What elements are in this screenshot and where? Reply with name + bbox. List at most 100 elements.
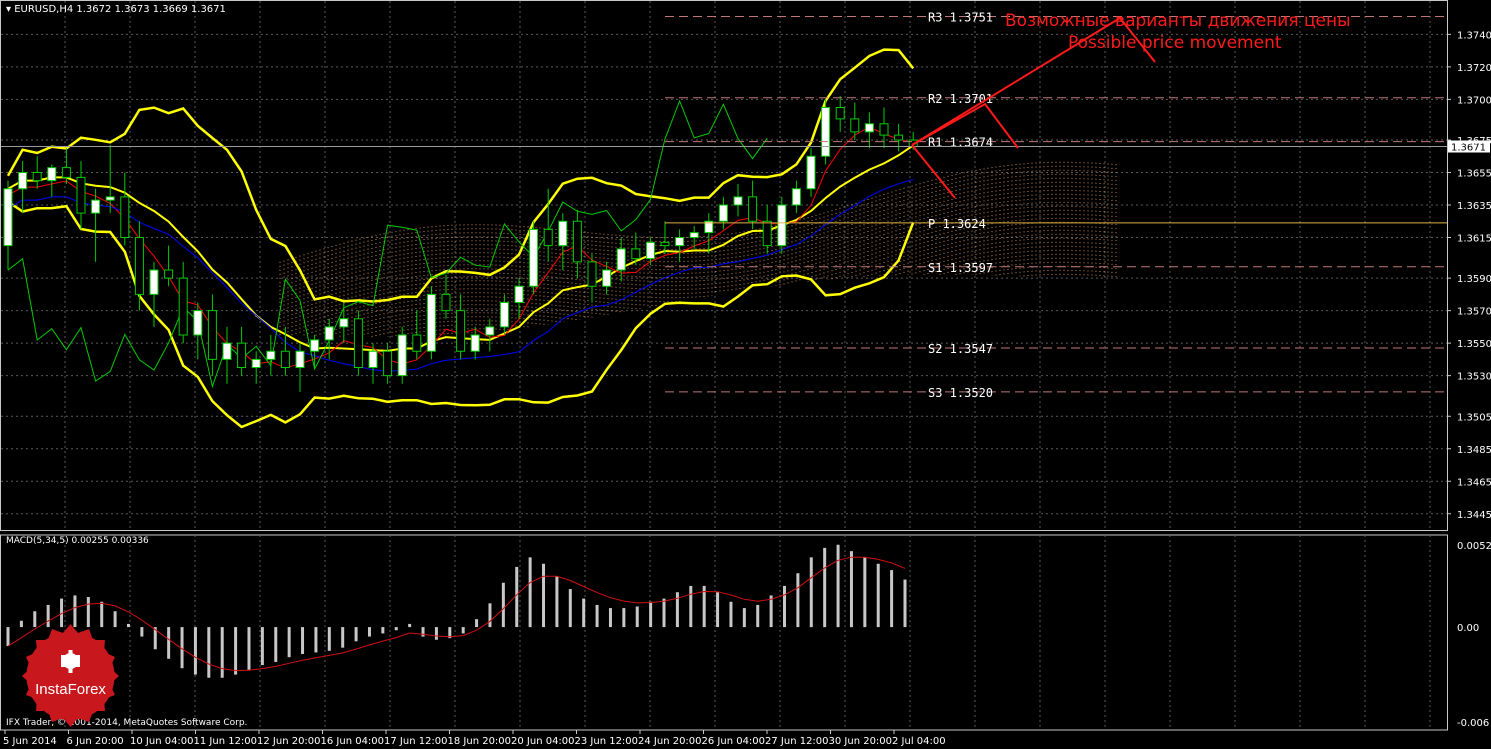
candle-body	[543, 228, 553, 247]
x-tick-label: 27 Jun 12:00	[765, 736, 829, 747]
candle-body	[850, 118, 860, 133]
candle-body	[777, 204, 787, 247]
macd-tick-label: 0.0052	[1457, 541, 1491, 552]
candle-body	[456, 310, 466, 352]
x-tick-label: 16 Jun 04:00	[321, 736, 385, 747]
price-chart[interactable]: R3 1.3751 R2 1.3701 R1 1.3674 P 1.3624 S1 1.…	[0, 0, 1491, 749]
instaforex-logo[interactable]: InstaForex	[13, 621, 128, 736]
x-tick-label: 18 Jun 20:00	[448, 736, 512, 747]
level-label-r2: R2 1.3701	[928, 92, 993, 106]
candle-body	[602, 269, 612, 287]
candle-body	[120, 196, 130, 238]
candle-body	[18, 172, 28, 190]
symbol-header[interactable]: ▾ EURUSD,H4 1.3672 1.3673 1.3669 1.3671	[6, 4, 226, 15]
y-tick-label: 1.3550	[1457, 339, 1491, 350]
movement-arrow-down	[911, 144, 956, 199]
y-tick-label: 1.3675	[1457, 136, 1491, 147]
chart-grid	[0, 0, 1448, 731]
level-label-r3: R3 1.3751	[928, 11, 993, 25]
candle-body	[441, 293, 451, 312]
level-label-s3: S3 1.3520	[928, 386, 993, 400]
candle-body	[470, 334, 480, 352]
candle-body	[193, 310, 203, 336]
candle-body	[558, 220, 568, 247]
candle-body	[762, 220, 772, 247]
logo-text: InstaForex	[35, 681, 106, 698]
y-tick-label: 1.3505	[1457, 412, 1491, 423]
x-tick-label: 12 Jun 20:00	[257, 736, 321, 747]
candle-body	[806, 155, 816, 190]
y-tick-label: 1.3485	[1457, 445, 1491, 456]
x-tick-label: 24 Jun 20:00	[638, 736, 702, 747]
candle-body	[689, 232, 699, 238]
candle-body	[164, 269, 174, 279]
candle-body	[499, 302, 509, 328]
candle-body	[149, 269, 159, 295]
candle-body	[514, 285, 524, 303]
x-tick-label: 23 Jun 12:00	[575, 736, 639, 747]
macd-tick-label: 0.00	[1457, 623, 1479, 634]
candle-body	[295, 350, 305, 368]
candle-body	[207, 310, 217, 360]
candle-body	[61, 167, 71, 178]
candle-body	[791, 188, 801, 206]
candle-body	[3, 188, 13, 247]
candle-body	[748, 196, 758, 222]
candle-body	[105, 196, 115, 201]
level-label-r1: R1 1.3674	[928, 136, 993, 150]
candle-body	[733, 196, 743, 206]
candle-body	[134, 237, 144, 295]
x-tick-label: 20 Jun 04:00	[511, 736, 575, 747]
candle-body	[280, 350, 290, 368]
logo-disc	[26, 632, 115, 720]
x-tick-label: 2 Jul 04:00	[892, 736, 946, 747]
candle-body	[835, 107, 845, 120]
x-tick-label: 5 Jun 2014	[3, 736, 57, 747]
level-label-s2: S2 1.3547	[928, 342, 993, 356]
candle-body	[339, 318, 349, 328]
candle-body	[353, 318, 363, 368]
candle-body	[412, 334, 422, 352]
candle-body	[675, 237, 685, 247]
candle-body	[660, 241, 670, 247]
y-tick-label: 1.3570	[1457, 307, 1491, 318]
y-tick-label: 1.3720	[1457, 63, 1491, 74]
candle-body	[485, 326, 495, 336]
x-tick-label: 10 Jun 04:00	[130, 736, 194, 747]
y-tick-label: 1.3445	[1457, 510, 1491, 521]
candle-body	[821, 107, 831, 157]
candle-body	[894, 134, 904, 141]
candle-body	[178, 277, 188, 336]
y-tick-label: 1.3740	[1457, 30, 1491, 41]
y-tick-label: 1.3700	[1457, 95, 1491, 106]
candle-body	[237, 342, 247, 368]
candle-body	[76, 176, 86, 214]
candle-body	[631, 248, 641, 260]
chart-axes: 1.3740 1.3720 1.3700 1.3675 1.3655 1.3635 1.36…	[3, 30, 1491, 747]
candle-body	[572, 220, 582, 263]
main-pane-frame	[0, 0, 1448, 531]
candle-body	[426, 293, 436, 352]
symbol-ohlc-text: EURUSD,H4 1.3672 1.3673 1.3669 1.3671	[14, 4, 226, 15]
candle-body	[879, 123, 889, 136]
candle-body	[47, 167, 57, 182]
y-tick-label: 1.3615	[1457, 234, 1491, 245]
macd-tick-label: -0.006	[1457, 718, 1489, 729]
candle-body	[91, 199, 101, 214]
candle-body	[251, 358, 261, 368]
candle-body	[397, 334, 407, 377]
candle-body	[368, 350, 378, 368]
y-tick-label: 1.3655	[1457, 169, 1491, 180]
candle-body	[266, 350, 276, 360]
x-tick-label: 11 Jun 12:00	[194, 736, 258, 747]
macd-subwindow	[6, 544, 907, 678]
x-tick-label: 30 Jun 20:00	[829, 736, 893, 747]
level-label-s1: S1 1.3597	[928, 261, 993, 275]
y-tick-label: 1.3590	[1457, 274, 1491, 285]
x-tick-label: 6 Jun 20:00	[67, 736, 124, 747]
candle-body	[864, 123, 874, 133]
candle-body	[587, 261, 597, 287]
candle-body	[310, 339, 320, 352]
candle-body	[32, 172, 42, 182]
price-movement-annotation: Возможные варианты движения ценыPossible…	[911, 11, 1351, 199]
